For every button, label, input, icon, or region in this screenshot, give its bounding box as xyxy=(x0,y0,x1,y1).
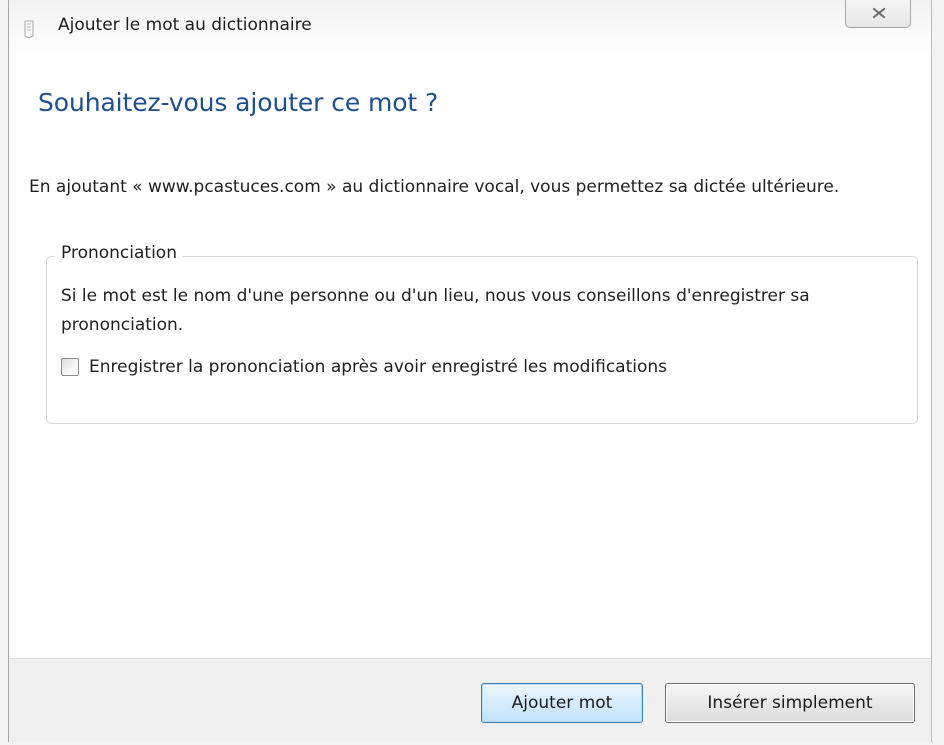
record-pronunciation-checkbox[interactable] xyxy=(61,358,79,376)
dialog-footer: Ajouter mot Insérer simplement xyxy=(9,658,931,742)
record-pronunciation-label[interactable]: Enregistrer la prononciation après avoir… xyxy=(89,357,667,377)
dialog-content: Souhaitez-vous ajouter ce mot ? En ajout… xyxy=(9,60,931,658)
application-icon xyxy=(21,18,37,40)
add-word-dialog: Ajouter le mot au dictionnaire Souhaitez… xyxy=(8,0,932,742)
dialog-heading: Souhaitez-vous ajouter ce mot ? xyxy=(38,88,439,117)
record-pronunciation-option[interactable]: Enregistrer la prononciation après avoir… xyxy=(61,355,667,379)
pronunciation-advice: Si le mot est le nom d'une personne ou d… xyxy=(61,286,810,335)
close-button[interactable] xyxy=(845,0,911,28)
close-icon xyxy=(872,7,886,19)
dialog-description: En ajoutant « www.pcastuces.com » au dic… xyxy=(29,177,840,197)
window-title: Ajouter le mot au dictionnaire xyxy=(58,15,312,35)
insert-only-button[interactable]: Insérer simplement xyxy=(665,683,915,723)
title-bar[interactable]: Ajouter le mot au dictionnaire xyxy=(9,0,931,60)
pronunciation-group-label: Prononciation xyxy=(55,243,183,263)
add-word-button[interactable]: Ajouter mot xyxy=(481,683,643,723)
dialog-page: Ajouter le mot au dictionnaire Souhaitez… xyxy=(0,0,944,745)
